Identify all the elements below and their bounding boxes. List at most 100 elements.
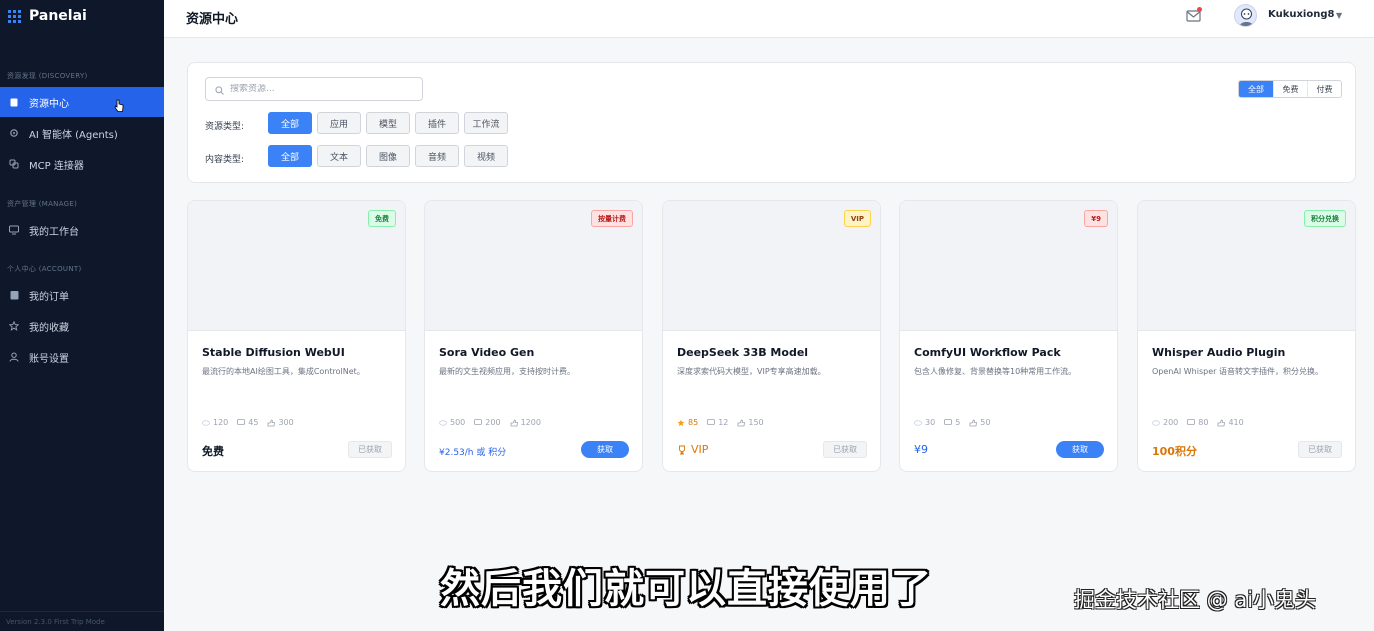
card-stats: 85 12 150 <box>677 418 764 427</box>
eye-icon <box>1152 419 1160 426</box>
star-icon <box>677 419 685 426</box>
user-icon <box>9 352 19 362</box>
sidebar-item-agents[interactable]: AI 智能体 (Agents) <box>0 118 164 148</box>
card-price: VIP <box>677 443 708 456</box>
sidebar-item-account-settings[interactable]: 账号设置 <box>0 342 164 372</box>
price-tab-paid[interactable]: 付费 <box>1307 81 1341 97</box>
price-tab-all[interactable]: 全部 <box>1239 81 1273 97</box>
search-input[interactable] <box>230 84 410 94</box>
resource-type-workflow[interactable]: 工作流 <box>464 112 508 134</box>
avatar[interactable] <box>1234 4 1257 27</box>
content-type-audio[interactable]: 音频 <box>415 145 459 167</box>
section-title-account: 个人中心 (ACCOUNT) <box>7 265 82 273</box>
thumbs-up-icon <box>510 418 518 426</box>
comments-stat: 45 <box>237 418 258 427</box>
brand[interactable]: Panelai <box>0 0 164 32</box>
comments-stat: 200 <box>474 418 501 427</box>
card-title: Sora Video Gen <box>439 346 535 359</box>
sidebar-item-favorites[interactable]: 我的收藏 <box>0 311 164 341</box>
sidebar-item-workbench[interactable]: 我的工作台 <box>0 215 164 245</box>
monitor-icon <box>9 225 19 235</box>
search-icon <box>215 80 224 99</box>
acquired-button[interactable]: 已获取 <box>823 441 867 458</box>
username[interactable]: Kukuxiong8 <box>1268 9 1334 20</box>
video-subtitle: 然后我们就可以直接使用了 <box>440 566 932 612</box>
price-tab-free[interactable]: 免费 <box>1273 81 1307 97</box>
sidebar-item-label: AI 智能体 (Agents) <box>29 129 118 141</box>
content-type-text[interactable]: 文本 <box>317 145 361 167</box>
get-button[interactable]: 获取 <box>581 441 629 458</box>
eye-icon <box>202 419 210 426</box>
price-filter-tabs: 全部 免费 付费 <box>1238 80 1342 98</box>
likes-stat: 1200 <box>510 418 541 427</box>
resource-card[interactable]: ¥9 ComfyUI Workflow Pack 包含人像修复、背景替换等10种… <box>899 200 1118 472</box>
section-title-discovery: 资源发现 (DISCOVERY) <box>7 72 88 80</box>
sidebar-item-label: 我的工作台 <box>29 226 79 238</box>
get-button[interactable]: 获取 <box>1056 441 1104 458</box>
resource-card[interactable]: 免费 Stable Diffusion WebUI 最流行的本地AI绘图工具，集… <box>187 200 406 472</box>
acquired-button[interactable]: 已获取 <box>348 441 392 458</box>
sidebar-item-resource-center[interactable]: 资源中心 <box>0 87 164 117</box>
card-stats: 120 45 300 <box>202 418 294 427</box>
views-stat: 200 <box>1152 418 1178 427</box>
grid-logo-icon <box>8 9 21 23</box>
thumbs-up-icon <box>1218 418 1226 426</box>
sidebar: Panelai 资源发现 (DISCOVERY) 资源中心 AI 智能体 (Ag… <box>0 0 164 631</box>
sidebar-item-mcp[interactable]: MCP 连接器 <box>0 149 164 179</box>
content-type-all[interactable]: 全部 <box>268 145 312 167</box>
content-type-chips: 全部 文本 图像 音频 视频 <box>268 145 508 167</box>
hand-cursor-icon <box>114 98 124 112</box>
thumbs-up-icon <box>268 418 276 426</box>
search-box[interactable] <box>205 77 423 101</box>
card-stats: 30 5 50 <box>914 418 990 427</box>
eye-icon <box>914 419 922 426</box>
comment-icon <box>474 419 483 425</box>
app-name: Panelai <box>29 8 87 24</box>
resource-type-all[interactable]: 全部 <box>268 112 312 134</box>
likes-stat: 50 <box>969 418 990 427</box>
watermark: 掘金技术社区 @ ai小鬼头 <box>1074 588 1317 612</box>
notification-dot <box>1197 7 1202 12</box>
card-description: OpenAI Whisper 语音转文字插件，积分兑换。 <box>1152 367 1323 376</box>
link-icon <box>9 159 19 169</box>
price-badge: VIP <box>843 210 871 227</box>
content-type-image[interactable]: 图像 <box>366 145 410 167</box>
price-badge: ¥9 <box>1084 210 1108 227</box>
file-icon <box>9 97 19 107</box>
comments-stat: 5 <box>944 418 960 427</box>
comments-stat: 80 <box>1187 418 1208 427</box>
thumbs-up-icon <box>737 418 746 426</box>
resource-type-plugin[interactable]: 插件 <box>415 112 459 134</box>
comment-icon <box>944 419 953 425</box>
trophy-icon <box>679 445 685 454</box>
page-title: 资源中心 <box>186 12 239 27</box>
content-type-video[interactable]: 视频 <box>464 145 508 167</box>
likes-stat: 300 <box>267 418 294 427</box>
card-title: DeepSeek 33B Model <box>677 346 809 359</box>
resource-card[interactable]: 按量计费 Sora Video Gen 最新的文生视频应用，支持按时计费。 50… <box>424 200 643 472</box>
sidebar-item-orders[interactable]: 我的订单 <box>0 280 164 310</box>
comment-icon <box>1187 419 1196 425</box>
card-stats: 200 80 410 <box>1152 418 1244 427</box>
card-title: ComfyUI Workflow Pack <box>914 346 1061 359</box>
acquired-button[interactable]: 已获取 <box>1298 441 1342 458</box>
comment-icon <box>707 419 716 425</box>
resource-card[interactable]: 积分兑换 Whisper Audio Plugin OpenAI Whisper… <box>1137 200 1356 472</box>
resource-type-app[interactable]: 应用 <box>317 112 361 134</box>
section-title-manage: 资产管理 (MANAGE) <box>7 200 78 208</box>
card-description: 最新的文生视频应用，支持按时计费。 <box>439 367 575 376</box>
card-description: 包含人像修复、背景替换等10种常用工作流。 <box>914 367 1077 376</box>
views-stat: 30 <box>914 418 935 427</box>
price-badge: 积分兑换 <box>1304 210 1346 227</box>
sidebar-item-label: 我的收藏 <box>29 322 69 334</box>
clipboard-icon <box>9 290 19 300</box>
resource-card[interactable]: VIP DeepSeek 33B Model 深度求索代码大模型，VIP专享高速… <box>662 200 881 472</box>
rating-stat: 85 <box>677 418 698 427</box>
chevron-down-icon[interactable]: ▼ <box>1336 11 1342 20</box>
resource-type-model[interactable]: 模型 <box>366 112 410 134</box>
top-header: 资源中心 Kukuxiong8 ▼ <box>164 0 1374 38</box>
likes-stat: 150 <box>737 418 764 427</box>
eye-icon <box>439 419 447 426</box>
comment-icon <box>237 419 246 425</box>
comments-stat: 12 <box>707 418 728 427</box>
